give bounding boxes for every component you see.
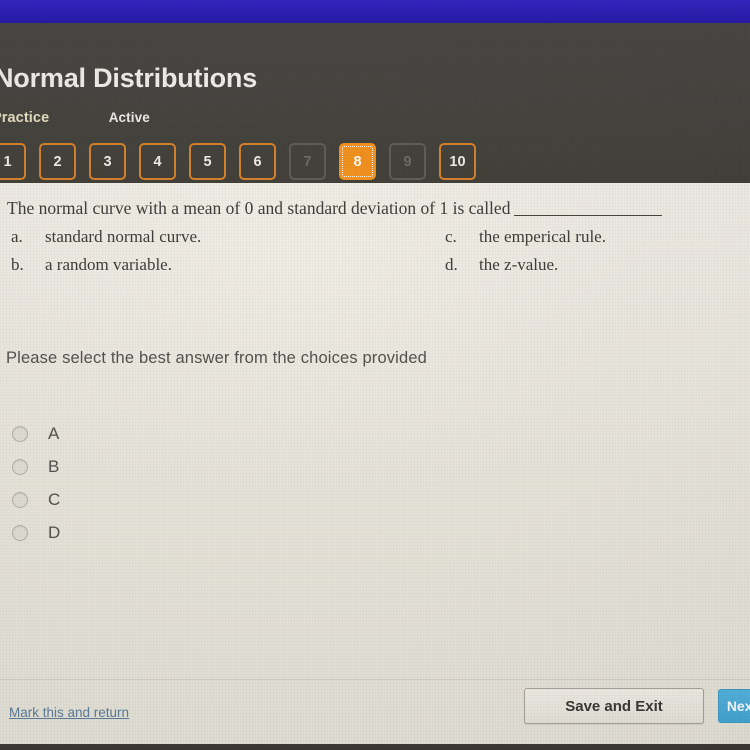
question-nav-button-4[interactable]: 4 — [139, 143, 176, 180]
question-choice-b: b. a random variable. — [11, 255, 172, 275]
answer-option-A[interactable]: A — [12, 417, 60, 450]
question-nav-button-9: 9 — [389, 143, 426, 180]
radio-button-B[interactable] — [12, 458, 28, 475]
choice-text: a random variable. — [45, 255, 172, 275]
question-nav-button-10[interactable]: 10 — [439, 143, 476, 180]
answer-option-B[interactable]: B — [12, 450, 60, 483]
question-number-nav: 1 2 3 4 5 6 7 8 9 10 — [0, 143, 476, 180]
answer-radio-group: ABCD — [12, 417, 60, 549]
lesson-header: Normal Distributions Practice Active 123… — [0, 23, 750, 183]
screen-bottom-edge — [0, 744, 750, 750]
question-stem: The normal curve with a mean of 0 and st… — [7, 198, 735, 218]
question-image-block: The normal curve with a mean of 0 and st… — [7, 198, 735, 290]
breadcrumb: Practice Active — [0, 109, 150, 127]
question-nav-button-6[interactable]: 6 — [239, 143, 276, 180]
radio-button-A[interactable] — [12, 425, 28, 442]
choice-letter: a. — [11, 227, 23, 247]
question-stem-text: The normal curve with a mean of 0 and st… — [7, 198, 511, 218]
question-blank — [514, 215, 663, 216]
answer-option-label: C — [48, 489, 61, 509]
choice-text: the z-value. — [479, 255, 559, 275]
question-nav-button-3[interactable]: 3 — [89, 143, 126, 180]
screen: Normal Distributions Practice Active 123… — [0, 0, 750, 750]
answer-option-label: B — [48, 456, 60, 476]
question-nav-button-5[interactable]: 5 — [189, 143, 226, 180]
answer-option-label: A — [48, 423, 60, 443]
next-button[interactable]: Next — [718, 689, 750, 723]
footer-divider — [0, 679, 750, 680]
choice-text: standard normal curve. — [45, 227, 202, 247]
breadcrumb-active: Active — [108, 110, 150, 125]
question-content-area: The normal curve with a mean of 0 and st… — [0, 183, 750, 744]
choice-letter: d. — [445, 255, 458, 275]
answer-option-C[interactable]: C — [12, 483, 60, 516]
mark-this-and-return-link[interactable]: Mark this and return — [9, 705, 129, 720]
save-and-exit-button[interactable]: Save and Exit — [524, 688, 704, 724]
lesson-title: Normal Distributions — [0, 63, 258, 93]
question-choice-a: a. standard normal curve. — [11, 227, 202, 247]
choice-text: the emperical rule. — [479, 227, 606, 247]
answer-option-D[interactable]: D — [12, 516, 60, 549]
instruction-text: Please select the best answer from the c… — [6, 349, 427, 367]
question-choice-c: c. the emperical rule. — [445, 227, 606, 247]
question-nav-button-2[interactable]: 2 — [39, 143, 76, 180]
question-choice-d: d. the z-value. — [445, 255, 559, 275]
question-nav-button-7: 7 — [289, 143, 326, 180]
question-choice-list: a. standard normal curve. b. a random vari… — [7, 227, 735, 290]
question-nav-button-8[interactable]: 8 — [339, 143, 376, 180]
choice-letter: c. — [445, 227, 457, 247]
radio-button-C[interactable] — [12, 491, 28, 508]
answer-option-label: D — [48, 522, 61, 542]
breadcrumb-practice[interactable]: Practice — [0, 110, 49, 126]
choice-letter: b. — [11, 255, 24, 275]
question-nav-button-1[interactable]: 1 — [0, 143, 26, 180]
radio-button-D[interactable] — [12, 524, 28, 541]
browser-top-bar — [0, 0, 750, 23]
